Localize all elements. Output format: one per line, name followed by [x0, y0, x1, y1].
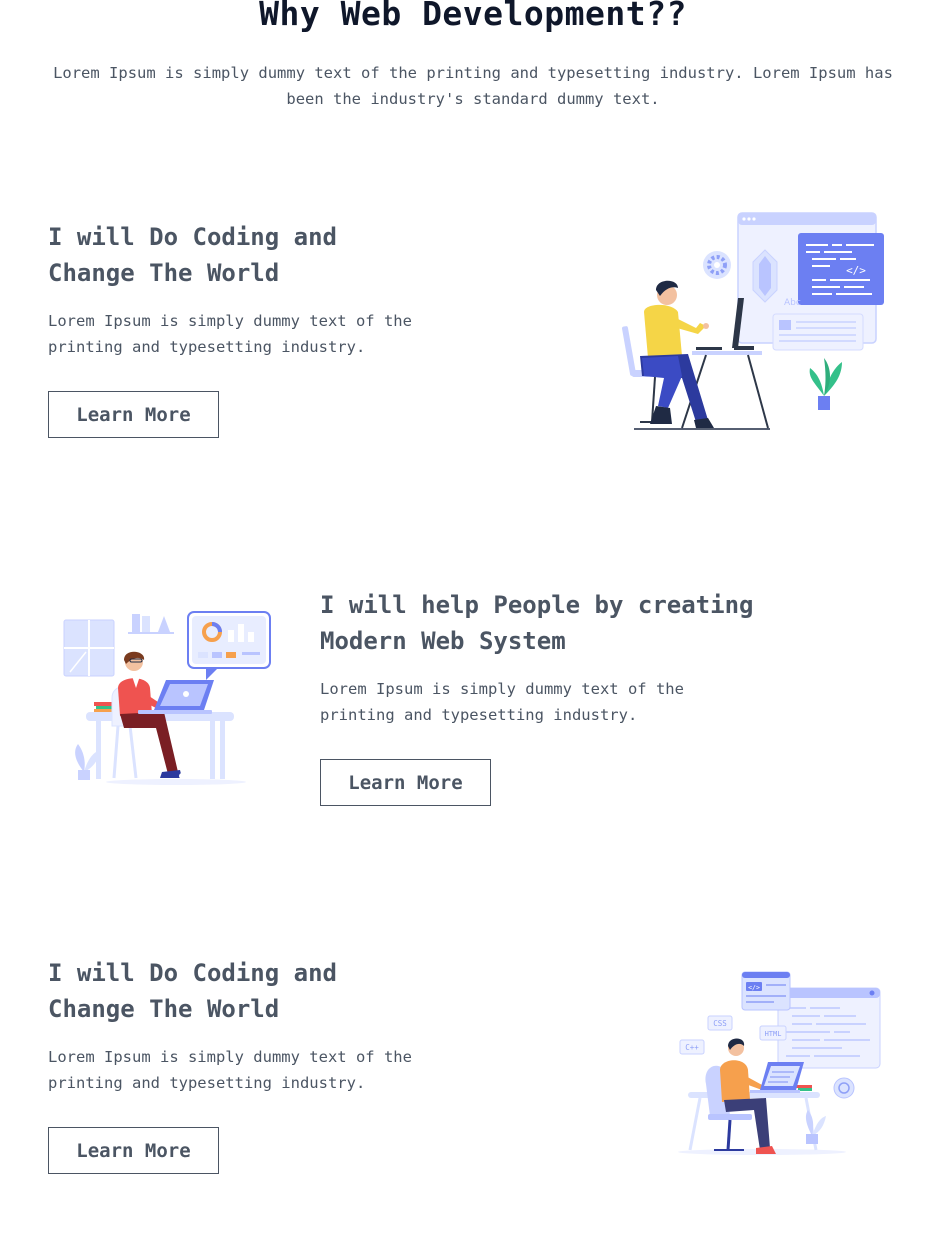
feature-title: I will Do Coding and Change The World [48, 219, 568, 291]
developer-with-laptop-illustration [63, 611, 271, 785]
html-label: HTML [765, 1030, 782, 1038]
cpp-label: C++ [685, 1043, 699, 1052]
feature-description: Lorem Ipsum is simply dummy text of the … [320, 676, 760, 728]
code-tag-label: </> [846, 264, 866, 277]
css-label: CSS [713, 1019, 727, 1028]
feature-title: I will Do Coding and Change The World [48, 955, 568, 1027]
programmer-languages-illustration: </> CSS C++ HTML [678, 971, 881, 1155]
feature-title-line: Modern Web System [320, 627, 566, 655]
learn-more-button[interactable]: Learn More [48, 391, 219, 438]
feature-title-line: Change The World [48, 259, 280, 287]
feature-text-line: printing and typesetting industry. [48, 338, 366, 356]
code-tag-label: </> [748, 984, 760, 992]
learn-more-button[interactable]: Learn More [48, 1127, 219, 1174]
feature-description: Lorem Ipsum is simply dummy text of the … [48, 308, 488, 360]
developer-at-desk-illustration: </> Abc [622, 212, 884, 430]
feature-title-line: I will Do Coding and [48, 223, 337, 251]
feature-text-line: printing and typesetting industry. [320, 706, 638, 724]
page-intro: Lorem Ipsum is simply dummy text of the … [53, 64, 893, 108]
feature-text-line: Lorem Ipsum is simply dummy text of the [48, 312, 412, 330]
page-title: Why Web Development?? [259, 0, 687, 33]
feature-title-line: Change The World [48, 995, 280, 1023]
feature-title-line: I will Do Coding and [48, 959, 337, 987]
feature-text-line: Lorem Ipsum is simply dummy text of the [320, 680, 684, 698]
abc-label: Abc [784, 298, 801, 308]
feature-title-line: I will help People by creating [320, 591, 754, 619]
feature-text-line: printing and typesetting industry. [48, 1074, 366, 1092]
learn-more-button[interactable]: Learn More [320, 759, 491, 806]
feature-text-line: Lorem Ipsum is simply dummy text of the [48, 1048, 412, 1066]
feature-description: Lorem Ipsum is simply dummy text of the … [48, 1044, 488, 1096]
feature-title: I will help People by creating Modern We… [320, 587, 840, 659]
